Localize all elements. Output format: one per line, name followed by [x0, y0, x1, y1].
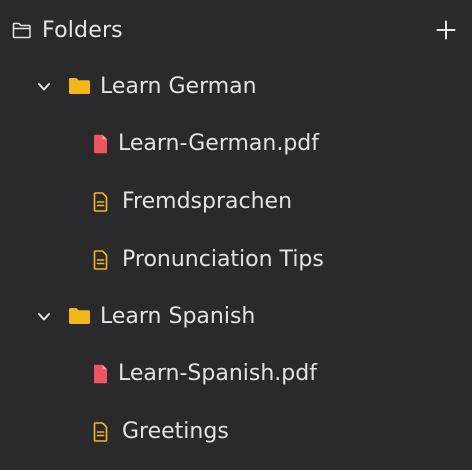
plus-icon [436, 20, 456, 40]
folder-label: Learn Spanish [100, 304, 256, 329]
file-label: Learn-German.pdf [118, 131, 319, 156]
file-label: Fremdsprachen [122, 189, 293, 214]
file-row-fremdsprachen[interactable]: Fremdsprachen [0, 176, 472, 228]
folders-panel: Folders Learn German Learn-German.pdf Fr… [0, 0, 472, 470]
file-label: Learn-Spanish.pdf [118, 361, 317, 386]
chevron-down-icon[interactable] [36, 80, 52, 94]
folders-header: Folders [0, 0, 472, 62]
folder-label: Learn German [100, 74, 257, 99]
pdf-file-icon [94, 364, 107, 384]
file-row-learn-spanish-pdf[interactable]: Learn-Spanish.pdf [0, 348, 472, 400]
folder-icon [69, 308, 90, 324]
folder-row-learn-spanish[interactable]: Learn Spanish [0, 292, 472, 344]
file-row-learn-german-pdf[interactable]: Learn-German.pdf [0, 118, 472, 170]
folders-title: Folders [42, 18, 123, 43]
add-folder-button[interactable] [432, 16, 460, 44]
note-file-icon [93, 250, 108, 270]
file-label: Greetings [122, 419, 229, 444]
file-row-greetings[interactable]: Greetings [0, 406, 472, 458]
file-label: Pronunciation Tips [122, 247, 324, 272]
folder-row-learn-german[interactable]: Learn German [0, 62, 472, 114]
folder-open-outline-icon [12, 22, 31, 39]
note-file-icon [93, 422, 108, 442]
chevron-down-icon[interactable] [36, 310, 52, 324]
folder-icon [69, 78, 90, 94]
pdf-file-icon [94, 134, 107, 154]
note-file-icon [93, 192, 108, 212]
file-row-pronunciation-tips[interactable]: Pronunciation Tips [0, 234, 472, 286]
